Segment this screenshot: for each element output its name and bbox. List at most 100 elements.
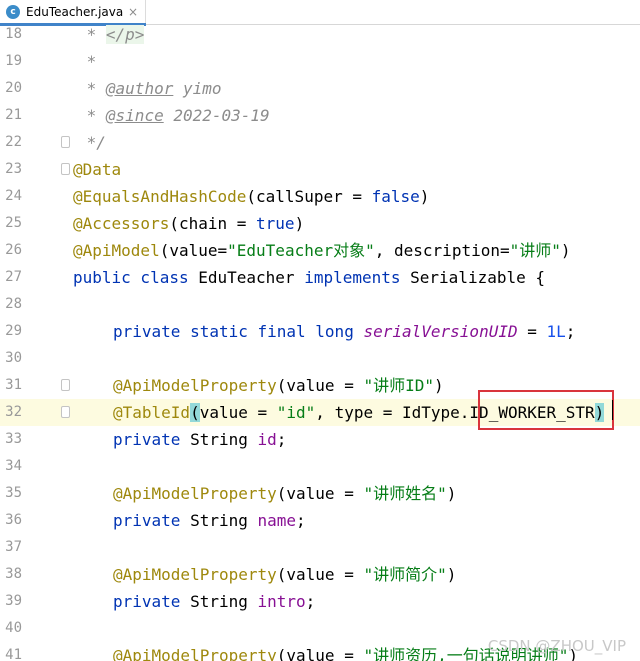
code-line: 27 public class EduTeacher implements Se… <box>0 264 640 291</box>
code-text: * @author yimo <box>77 75 222 102</box>
line-number: 20 <box>5 80 22 96</box>
keyword: implements <box>304 268 401 287</box>
code-token: (value = <box>276 484 364 503</box>
code-token: EduTeacher <box>188 268 305 287</box>
line-number: 40 <box>5 620 22 636</box>
line-number: 26 <box>5 242 22 258</box>
html-tag: </p> <box>105 25 145 44</box>
code-text: private static final long serialVersionU… <box>113 318 575 345</box>
code-token: ) <box>294 214 305 233</box>
code-text: */ <box>77 129 106 156</box>
annotation: @EqualsAndHashCode <box>73 187 247 206</box>
code-text: public class EduTeacher implements Seria… <box>73 264 545 291</box>
line-number: 24 <box>5 188 22 204</box>
code-token: ; <box>305 592 316 611</box>
code-token: (value= <box>159 241 228 260</box>
code-token: ) <box>434 376 444 395</box>
code-line: 23 @Data <box>0 156 640 183</box>
ide-window: c EduTeacher.java × 18 * </p> 19 * 20 * … <box>0 0 640 661</box>
close-icon[interactable]: × <box>126 4 140 20</box>
keyword: private <box>113 592 181 611</box>
code-text: @ApiModelProperty(value = "讲师简介") <box>113 561 456 588</box>
code-editor[interactable]: 18 * </p> 19 * 20 * @author yimo 21 * @s… <box>0 25 640 661</box>
code-token: = <box>517 322 547 341</box>
code-line: 36 private String name; <box>0 507 640 534</box>
string-literal: "讲师" <box>509 241 561 260</box>
highlight-annotation-box <box>478 390 614 430</box>
field-name: id <box>257 430 277 449</box>
code-token: (callSuper = <box>246 187 372 206</box>
javadoc-tag: @author <box>105 79 174 98</box>
annotation: @ApiModelProperty <box>113 484 277 503</box>
comment-text: * <box>77 52 97 71</box>
fold-marker-icon[interactable] <box>61 163 70 175</box>
javadoc-tag: @since <box>105 106 164 125</box>
code-text: private String name; <box>113 507 306 534</box>
code-token: ) <box>419 187 430 206</box>
line-number: 33 <box>5 431 22 447</box>
line-number: 18 <box>5 26 22 42</box>
line-number: 22 <box>5 134 22 150</box>
line-number: 31 <box>5 377 22 393</box>
code-text: @EqualsAndHashCode(callSuper = false) <box>73 183 429 210</box>
line-number: 41 <box>5 647 22 661</box>
string-literal: "讲师简介" <box>363 565 447 584</box>
line-number: 21 <box>5 107 22 123</box>
line-number: 35 <box>5 485 22 501</box>
code-token: String <box>180 592 258 611</box>
keyword: private <box>113 430 181 449</box>
keyword: true <box>256 214 295 233</box>
code-line: 19 * <box>0 48 640 75</box>
line-number: 29 <box>5 323 22 339</box>
annotation: @ApiModelProperty <box>113 646 277 661</box>
code-line: 28 <box>0 291 640 318</box>
code-line: 22 */ <box>0 129 640 156</box>
comment-text: */ <box>77 133 106 152</box>
code-token: ) <box>446 565 457 584</box>
line-number: 25 <box>5 215 22 231</box>
code-text: private String intro; <box>113 588 315 615</box>
code-line: 25 @Accessors(chain = true) <box>0 210 640 237</box>
line-number: 36 <box>5 512 22 528</box>
code-token: (value = <box>276 565 364 584</box>
code-line: 34 <box>0 453 640 480</box>
line-number: 23 <box>5 161 22 177</box>
number-literal: 1L <box>546 322 566 341</box>
code-token: ; <box>565 322 576 341</box>
code-text: @Accessors(chain = true) <box>73 210 304 237</box>
code-token: Serializable { <box>400 268 546 287</box>
code-line: 33 private String id; <box>0 426 640 453</box>
code-token: value = <box>199 403 277 422</box>
code-token: ) <box>446 484 457 503</box>
annotation: @ApiModelProperty <box>113 565 277 584</box>
code-line: 39 private String intro; <box>0 588 640 615</box>
code-line: 24 @EqualsAndHashCode(callSuper = false) <box>0 183 640 210</box>
string-literal: "讲师ID" <box>363 376 435 395</box>
code-line: 30 <box>0 345 640 372</box>
code-line: 21 * @since 2022-03-19 <box>0 102 640 129</box>
code-line: 20 * @author yimo <box>0 75 640 102</box>
string-literal: "EduTeacher对象" <box>227 241 375 260</box>
code-token: (value = <box>276 376 364 395</box>
line-number: 30 <box>5 350 22 366</box>
code-line: 29 private static final long serialVersi… <box>0 318 640 345</box>
keyword: false <box>371 187 420 206</box>
code-token: (chain = <box>169 214 257 233</box>
fold-marker-icon[interactable] <box>61 406 70 418</box>
text-caret <box>612 400 613 420</box>
annotation: @ApiModel <box>73 241 160 260</box>
comment-text: yimo <box>173 79 222 98</box>
code-text: @ApiModel(value="EduTeacher对象", descript… <box>73 237 571 264</box>
line-number: 34 <box>5 458 22 474</box>
code-token: ; <box>276 430 287 449</box>
code-token: , type = IdType. <box>315 403 470 422</box>
code-text: private String id; <box>113 426 286 453</box>
field-name: intro <box>257 592 306 611</box>
fold-marker-icon[interactable] <box>61 136 70 148</box>
line-number: 27 <box>5 269 22 285</box>
comment-text: 2022-03-19 <box>163 106 270 125</box>
code-line: 37 <box>0 534 640 561</box>
comment-text: * <box>77 25 106 44</box>
fold-marker-icon[interactable] <box>61 379 70 391</box>
java-class-icon: c <box>6 5 20 19</box>
